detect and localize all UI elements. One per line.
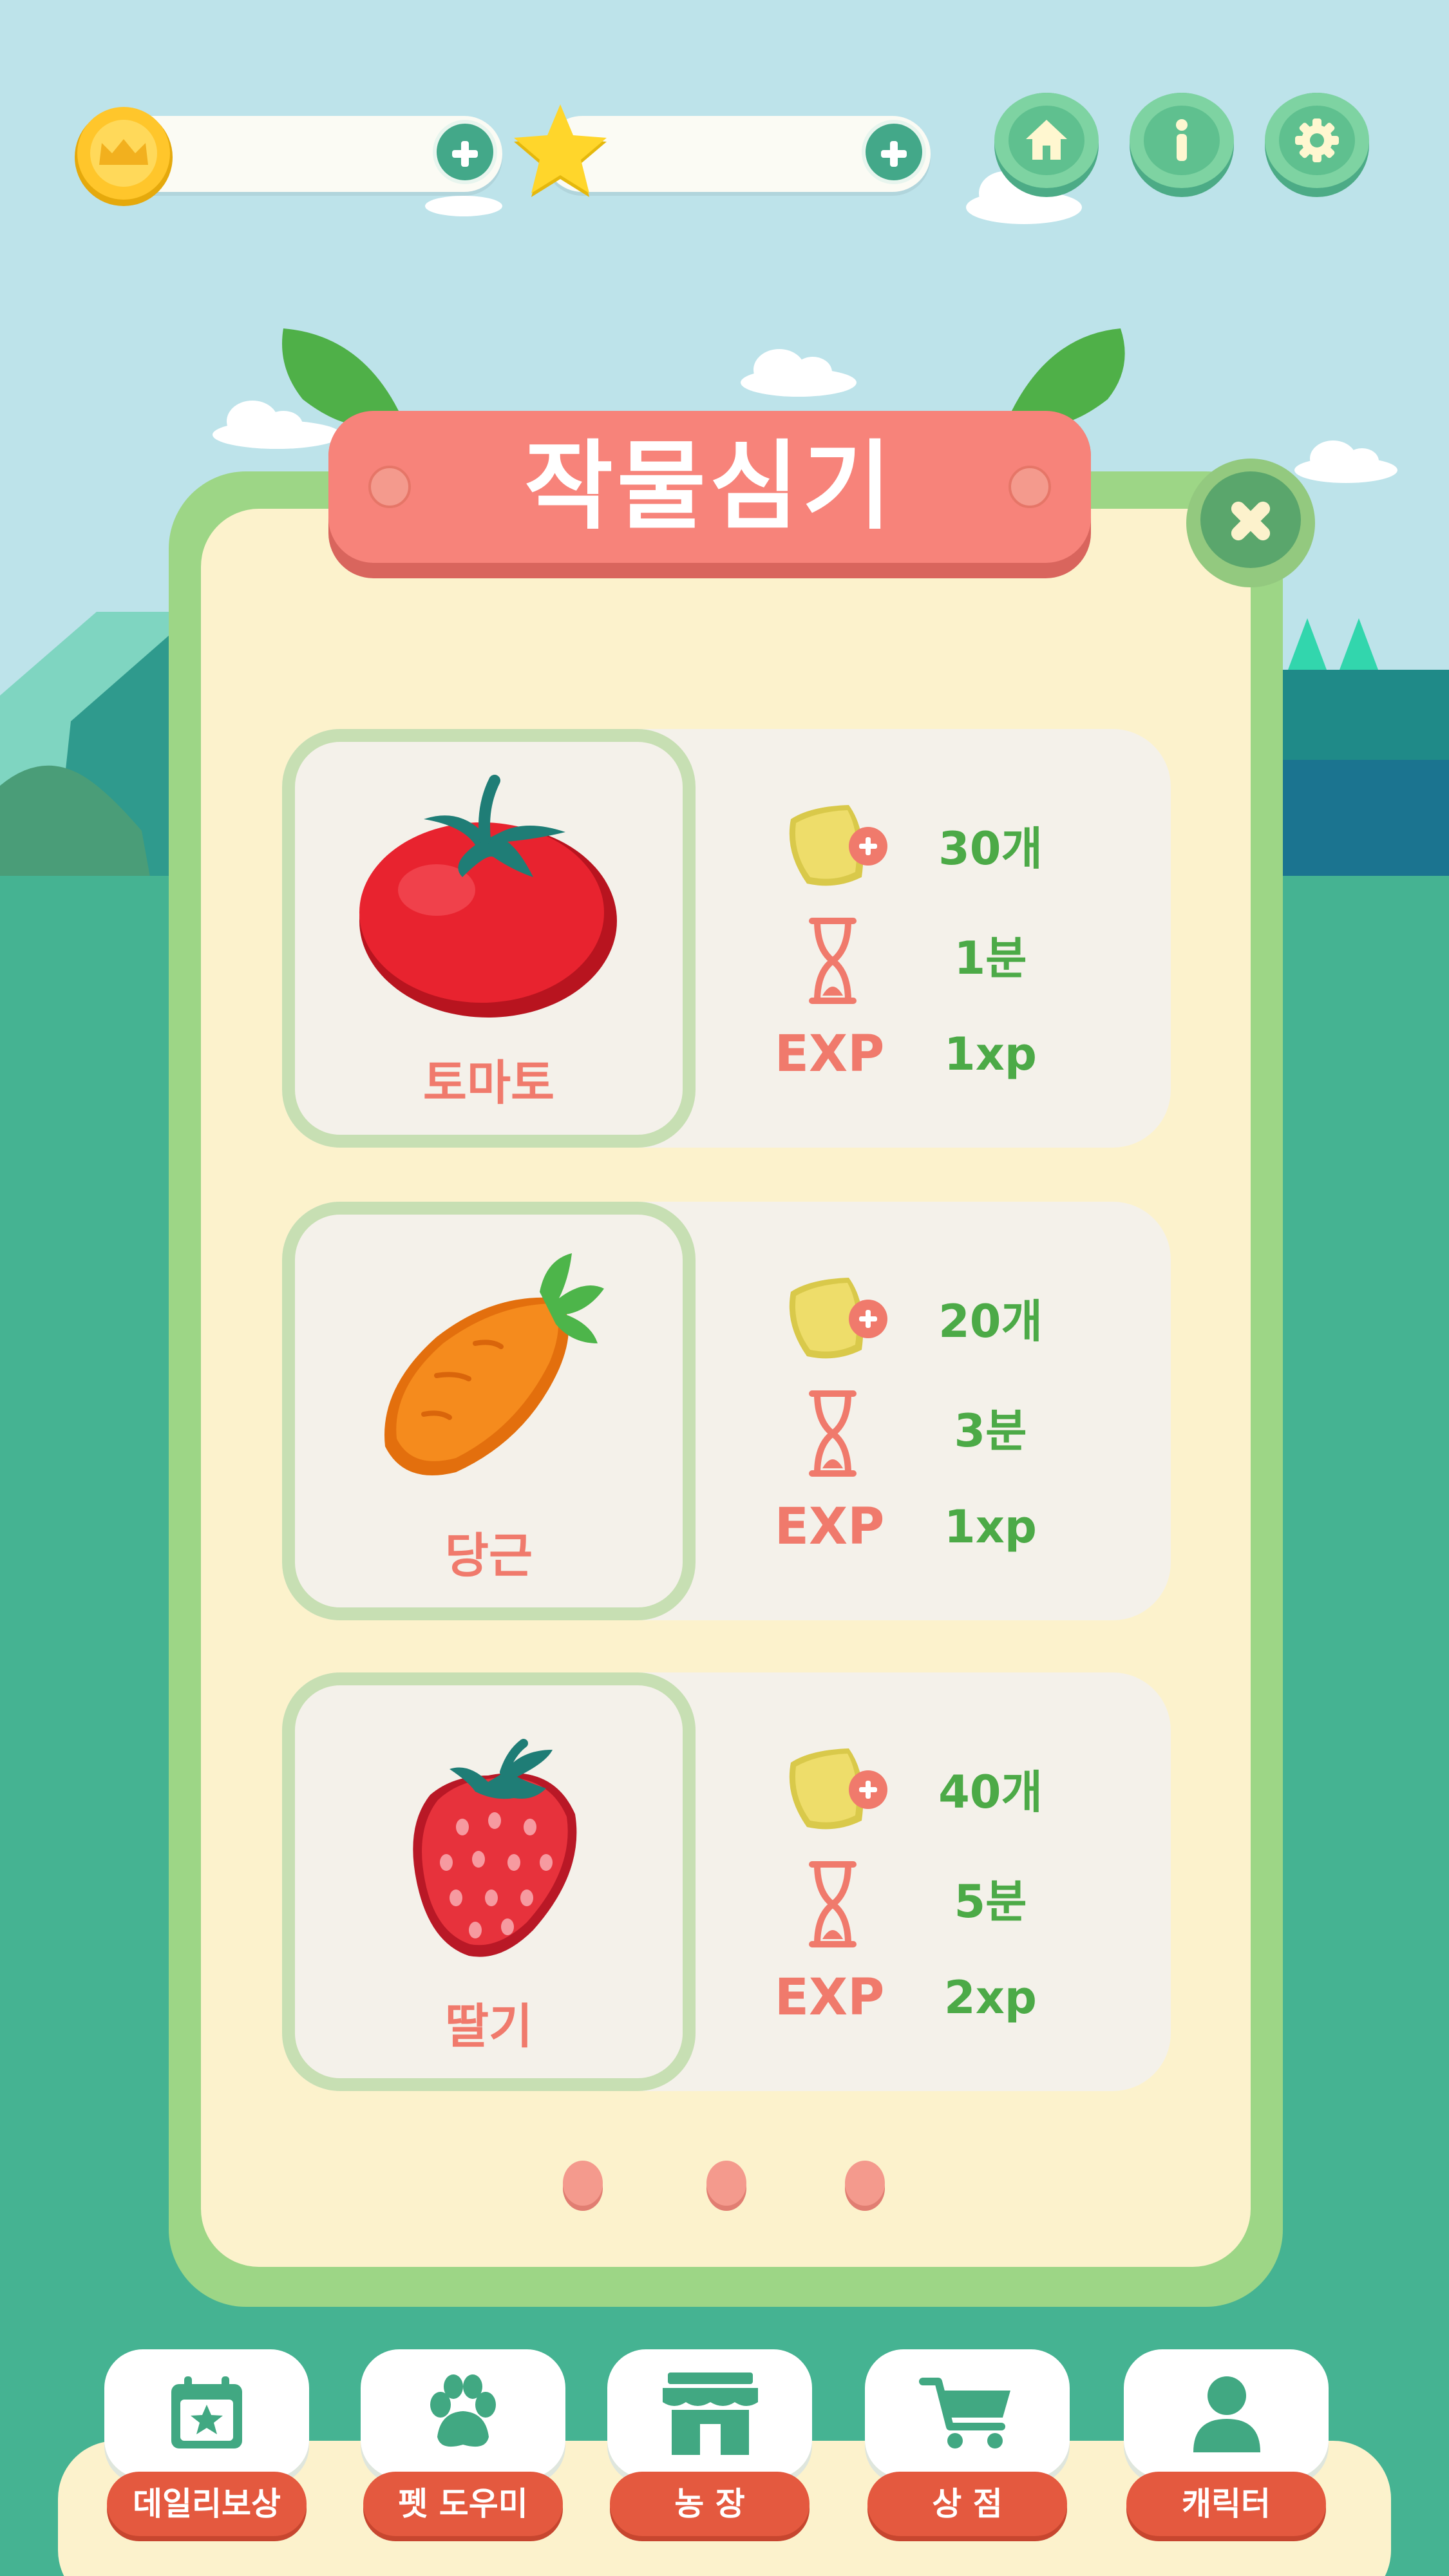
exp-value: 1xp [944,1501,1037,1553]
calendar-star-icon [171,2376,242,2448]
home-button[interactable] [994,93,1099,197]
nav-label: 펫 도우미 [363,2472,563,2536]
person-icon [1193,2376,1260,2452]
nav-shop[interactable]: 상 점 [865,2349,1070,2543]
crop-name: 딸기 [444,1999,533,2054]
seed-cost: 30개 [938,822,1043,875]
exp-value: 2xp [944,1971,1037,2024]
crop-card-tomato[interactable]: 토마토 30개 1분 EXP 1xp [282,729,1171,1148]
strawberry-icon [413,1739,577,1957]
page-title: 작물심기 [524,431,895,543]
grow-time: 5분 [954,1875,1027,1928]
crop-card-strawberry[interactable]: 딸기 40개 5분 EXP 2xp [282,1672,1171,2091]
nav-label: 농 장 [610,2472,810,2536]
tomato-icon [359,775,617,1018]
exp-label: EXP [774,1969,885,2027]
nav-label: 데일리보상 [107,2472,307,2536]
nav-label: 캐릭터 [1126,2472,1326,2536]
home-icon [1026,120,1067,160]
crop-name: 당근 [444,1528,533,1584]
crop-card-carrot[interactable]: 당근 20개 3분 EXP 1xp [282,1202,1171,1620]
gear-icon [1295,118,1339,162]
hourglass-icon [809,1861,857,1947]
hourglass-icon [809,1390,857,1477]
exp-value: 1xp [944,1028,1037,1081]
nav-daily-reward[interactable]: 데일리보상 [104,2349,309,2543]
star-icon [514,104,607,197]
grow-time: 3분 [954,1405,1027,1457]
seed-cost: 20개 [938,1295,1043,1348]
exp-label: EXP [774,1025,885,1083]
cart-icon [919,2378,1010,2448]
seed-bag-icon [789,1748,887,1830]
close-button[interactable] [1186,459,1315,587]
nav-farm[interactable]: 농 장 [607,2349,812,2543]
settings-button[interactable] [1265,93,1369,197]
exp-label: EXP [774,1498,885,1556]
nav-pet-helper[interactable]: 펫 도우미 [361,2349,565,2543]
paw-icon [430,2374,496,2447]
carrot-icon [384,1253,604,1475]
page-dot-3[interactable] [845,2161,885,2206]
shop-icon [663,2372,758,2455]
close-icon [1200,471,1301,568]
seed-bag-icon [789,805,887,886]
seed-bag-icon [789,1278,887,1359]
game-screen: 작물심기 토마토 30개 1분 EXP 1xp 당근 20개 3분 EXP 1x… [0,0,1449,2576]
add-star-button[interactable] [862,120,926,184]
title-plate: 작물심기 [328,411,1091,578]
info-button[interactable] [1130,93,1234,197]
seed-cost: 40개 [938,1766,1043,1819]
info-icon [1176,119,1188,161]
page-dot-1[interactable] [563,2161,603,2206]
grow-time: 1분 [954,932,1027,985]
nav-label: 상 점 [867,2472,1067,2536]
crown-coin-icon [75,107,173,206]
add-coin-button[interactable] [433,120,497,184]
crop-name: 토마토 [422,1056,555,1111]
hourglass-icon [809,918,857,1004]
nav-character[interactable]: 캐릭터 [1124,2349,1329,2543]
page-dot-2[interactable] [706,2161,746,2206]
